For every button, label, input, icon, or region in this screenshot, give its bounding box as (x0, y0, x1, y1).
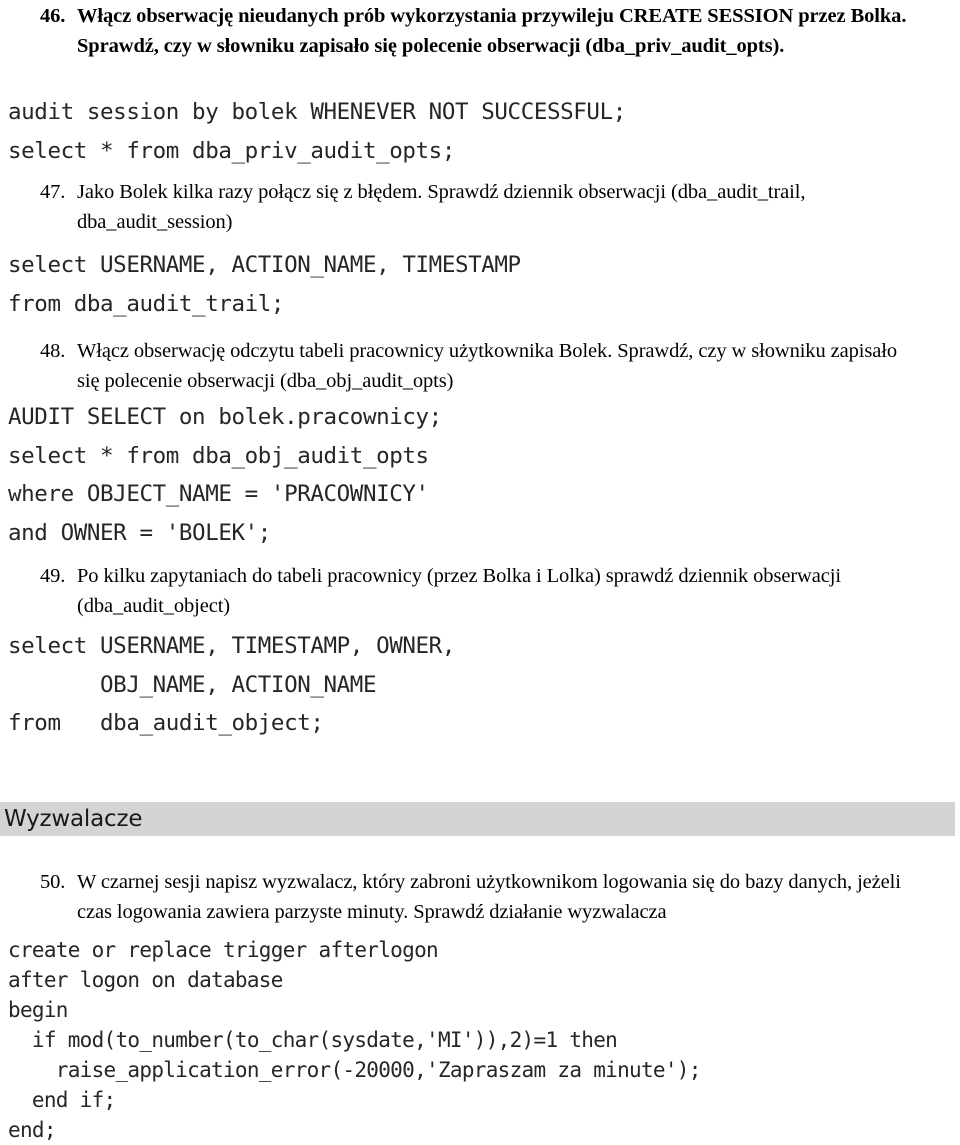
item-text-49: Po kilku zapytaniach do tabeli pracownic… (77, 565, 841, 617)
exercise-item-46: 46. Włącz obserwację nieudanych prób wyk… (40, 2, 940, 61)
item-number-49: 49. (40, 565, 66, 587)
code-block-47: select USERNAME, ACTION_NAME, TIMESTAMP … (8, 252, 521, 317)
item-text-47: Jako Bolek kilka razy połącz się z błęde… (77, 181, 806, 233)
item-number-46: 46. (40, 5, 66, 27)
item-text-50: W czarnej sesji napisz wyzwalacz, który … (77, 871, 901, 923)
code-block-50: create or replace trigger afterlogon aft… (8, 938, 701, 1142)
item-text-48: Włącz obserwację odczytu tabeli pracowni… (77, 340, 897, 392)
code-block-46: audit session by bolek WHENEVER NOT SUCC… (8, 99, 626, 164)
section-heading-label: Wyzwalacze (4, 805, 143, 832)
exercise-item-49: 49. Po kilku zapytaniach do tabeli praco… (40, 562, 940, 621)
exercise-item-50: 50. W czarnej sesji napisz wyzwalacz, kt… (40, 868, 940, 927)
item-number-50: 50. (40, 871, 66, 893)
code-block-48: AUDIT SELECT on bolek.pracownicy; select… (8, 404, 442, 546)
code-block-49: select USERNAME, TIMESTAMP, OWNER, OBJ_N… (8, 633, 455, 736)
item-text-46: Włącz obserwację nieudanych prób wykorzy… (77, 5, 907, 57)
section-heading-wyzwalacze: Wyzwalacze (0, 802, 955, 836)
exercise-item-48: 48. Włącz obserwację odczytu tabeli prac… (40, 337, 920, 396)
document-page: 46. Włącz obserwację nieudanych prób wyk… (0, 0, 960, 1143)
item-number-48: 48. (40, 340, 66, 362)
item-number-47: 47. (40, 181, 66, 203)
exercise-item-47: 47. Jako Bolek kilka razy połącz się z b… (40, 178, 950, 237)
